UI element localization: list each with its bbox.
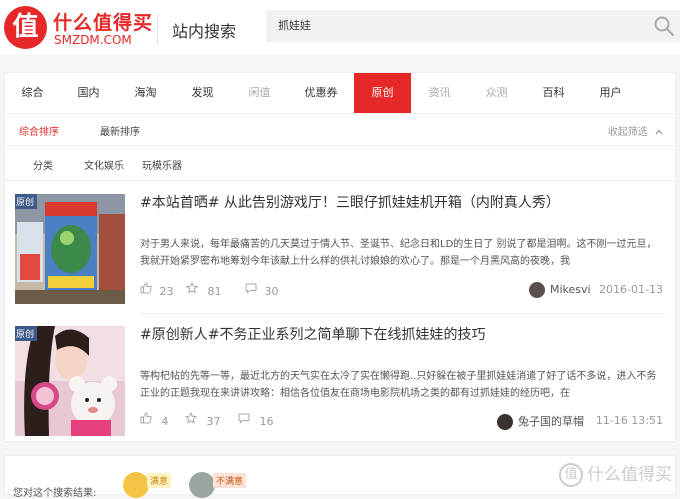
- tab-yuanchuang[interactable]: 原创: [354, 73, 411, 113]
- like-count-value: 23: [159, 284, 174, 298]
- article-excerpt: 对于男人来说，每年最痛苦的几天莫过于情人节、圣诞节、纪念日和LD的生日了 别说了…: [140, 239, 657, 267]
- category-tabs: 综合 国内 海淘 发现 闲值 优惠券 原创 资讯 众测 百科 用户: [5, 73, 677, 114]
- sort-newest[interactable]: 最新排序: [100, 123, 140, 138]
- tab-youhuiquan[interactable]: 优惠券: [288, 73, 354, 113]
- logo-text[interactable]: 什么值得买: [53, 8, 153, 35]
- results-panel: 综合 国内 海淘 发现 闲值 优惠券 原创 资讯 众测 百科 用户 综合排序 最…: [4, 72, 677, 442]
- article-excerpt: 等构杞帖的先等一等，最近北方的天气实在太冷了实在懒得跑..只好躲在被子里抓娃娃消…: [140, 371, 657, 399]
- feedback-question: 您对这个搜索结果:: [13, 488, 97, 499]
- favorite-count[interactable]: 81: [185, 281, 222, 298]
- article-title[interactable]: #原创新人#不务正业系列之简单聊下在线抓娃娃的技巧: [140, 324, 485, 344]
- comment-count-value: 16: [259, 414, 274, 428]
- watermark: 值什么值得买: [559, 460, 672, 487]
- tab-haitao[interactable]: 海淘: [117, 73, 174, 113]
- watermark-badge: 值: [559, 463, 583, 487]
- logo-badge[interactable]: 值: [4, 6, 47, 49]
- search-icon[interactable]: [652, 14, 676, 38]
- article-author[interactable]: Mikesvi: [529, 282, 591, 298]
- satisfied-button[interactable]: 满意: [147, 473, 172, 488]
- original-badge: 原创: [15, 194, 38, 209]
- article-item: 原创 #原创新人#不务正业系列之简单聊下在线抓娃娃的技巧 等构杞帖的先等一等，最…: [5, 326, 677, 454]
- article-date: 11-16 13:51: [595, 414, 663, 427]
- watermark-text: 什么值得买: [587, 465, 672, 485]
- sort-comprehensive[interactable]: 综合排序: [19, 123, 59, 138]
- favorite-count-value: 81: [207, 284, 222, 298]
- girl-with-stuffed-bear-photo: [15, 326, 125, 436]
- like-count-value: 4: [161, 414, 169, 428]
- like-count[interactable]: 23: [140, 282, 174, 298]
- favorite-count[interactable]: 37: [184, 411, 221, 428]
- page-title: 站内搜索: [172, 22, 237, 41]
- star-icon: [184, 411, 198, 424]
- comment-count[interactable]: 16: [238, 412, 274, 428]
- article-thumbnail[interactable]: 原创: [15, 194, 125, 304]
- search-input[interactable]: [278, 18, 578, 31]
- tab-baike[interactable]: 百科: [525, 73, 582, 113]
- tab-guonei[interactable]: 国内: [60, 73, 117, 113]
- tab-xianzhi[interactable]: 闲值: [231, 73, 288, 113]
- article-date: 2016-01-13: [599, 283, 663, 296]
- tab-yonghu[interactable]: 用户: [582, 73, 639, 113]
- author-name: 兔子国的草帽: [518, 415, 584, 428]
- header-divider: [157, 14, 158, 44]
- article-author[interactable]: 兔子国的草帽: [497, 413, 584, 430]
- comment-icon: [245, 283, 257, 294]
- article-divider: [140, 313, 665, 314]
- filter-toys-instruments[interactable]: 玩模乐器: [142, 157, 182, 172]
- logo-domain[interactable]: SMZDM.COM: [54, 33, 132, 47]
- comment-count[interactable]: 30: [245, 282, 279, 298]
- tab-faxian[interactable]: 发现: [174, 73, 231, 113]
- original-badge: 原创: [15, 326, 38, 341]
- comment-icon: [238, 413, 250, 424]
- filter-category[interactable]: 分类: [33, 157, 53, 172]
- tab-zhongce[interactable]: 众测: [468, 73, 525, 113]
- tab-zonghe[interactable]: 综合: [5, 73, 60, 113]
- sort-bar: 综合排序 最新排序 收起筛选: [5, 114, 677, 146]
- author-name: Mikesvi: [550, 283, 591, 296]
- like-count[interactable]: 4: [140, 412, 169, 428]
- unsatisfied-button[interactable]: 不满意: [213, 473, 247, 488]
- tab-zixun[interactable]: 资讯: [411, 73, 468, 113]
- favorite-count-value: 37: [206, 414, 221, 428]
- collapse-filter-label: 收起筛选: [607, 127, 648, 138]
- avatar: [529, 282, 545, 298]
- filter-culture-entertainment[interactable]: 文化娱乐: [84, 157, 124, 172]
- filter-bar: 分类 文化娱乐 玩模乐器: [5, 147, 677, 181]
- toy-claw-machine-box-photo: [15, 194, 125, 304]
- article-thumbnail[interactable]: 原创: [15, 326, 125, 436]
- collapse-filter-button[interactable]: 收起筛选: [608, 123, 663, 138]
- thumbs-up-icon: [140, 412, 152, 424]
- article-item: 原创 #本站首晒# 从此告别游戏厅！三眼仔抓娃娃机开箱（内附真人秀） 对于男人来…: [5, 194, 677, 322]
- star-icon: [185, 281, 199, 294]
- article-title[interactable]: #本站首晒# 从此告别游戏厅！三眼仔抓娃娃机开箱（内附真人秀）: [140, 192, 560, 212]
- site-header: 值 什么值得买 SMZDM.COM 站内搜索: [0, 0, 680, 55]
- thumbs-up-icon: [140, 282, 152, 294]
- search-box: [266, 10, 680, 42]
- chevron-up-icon: [655, 129, 663, 135]
- happy-face-icon[interactable]: [123, 472, 149, 498]
- avatar: [497, 414, 513, 430]
- sad-face-icon[interactable]: [189, 472, 215, 498]
- comment-count-value: 30: [264, 284, 279, 298]
